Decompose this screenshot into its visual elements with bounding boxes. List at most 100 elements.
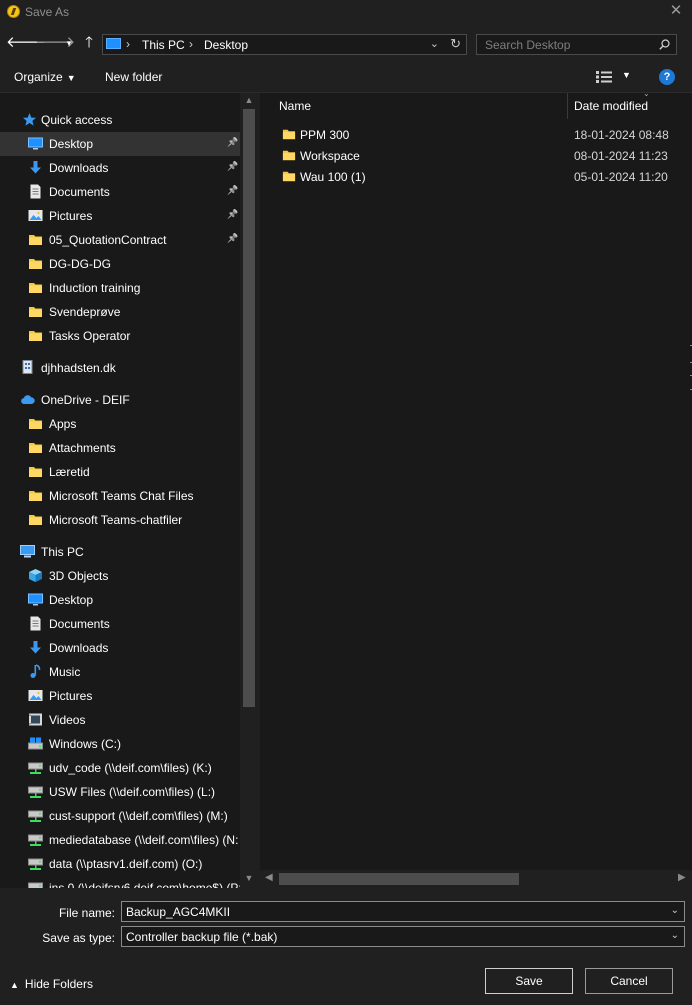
nav-item-downloads[interactable]: Downloads: [0, 636, 240, 660]
pin-icon: 📌: [227, 233, 239, 243]
chevron-down-icon[interactable]: ⌄: [671, 930, 679, 941]
save-as-type-label: Save as type:: [42, 931, 115, 945]
search-icon: [659, 39, 670, 50]
help-icon[interactable]: ?: [659, 69, 675, 85]
nav-this-pc[interactable]: This PC: [0, 540, 240, 564]
scroll-left-icon[interactable]: ◀: [265, 872, 273, 883]
nav-item-l-retid[interactable]: Læretid: [0, 460, 240, 484]
chevron-up-icon: ▲: [10, 980, 19, 990]
folder-icon: [28, 304, 43, 319]
nav-item-music[interactable]: Music: [0, 660, 240, 684]
music-icon: [28, 664, 43, 679]
nav-item-pictures[interactable]: Pictures: [0, 684, 240, 708]
chevron-right-icon[interactable]: ›: [189, 37, 193, 51]
new-folder-button[interactable]: New folder: [105, 70, 162, 84]
nav-item-windows-c[interactable]: Windows (C:): [0, 732, 240, 756]
search-placeholder: Search Desktop: [485, 38, 571, 52]
hide-folders-button[interactable]: ▲ Hide Folders: [10, 977, 93, 991]
nav-item-microsoft-teams-chatfiler[interactable]: Microsoft Teams-chatfiler: [0, 508, 240, 532]
file-row[interactable]: Wau 100 (1) 05-01-2024 11:20: [274, 166, 674, 187]
scrollbar-thumb[interactable]: [279, 873, 519, 885]
nav-onedrive[interactable]: OneDrive - DEIF: [0, 388, 240, 412]
nav-item-usw-files-deif-com-files-l[interactable]: USW Files (\\deif.com\files) (L:): [0, 780, 240, 804]
column-divider[interactable]: [567, 93, 568, 119]
column-header-date-modified[interactable]: Date modified: [574, 99, 648, 113]
nav-item-videos[interactable]: Videos: [0, 708, 240, 732]
file-row[interactable]: Workspace 08-01-2024 11:23: [274, 145, 674, 166]
nav-item-label: Attachments: [49, 441, 116, 455]
file-list-pane: Name ⌄ Date modified PPM 300 18-01-2024 0…: [260, 93, 692, 888]
save-button[interactable]: Save: [485, 968, 573, 994]
change-view-icon[interactable]: [596, 71, 612, 83]
app-icon: [7, 5, 20, 18]
nav-item-ins-0-deifsrv6-deif-com-home-p[interactable]: ins 0 (\\deifsrv6.deif.com\home$) (P:): [0, 876, 246, 888]
nav-item-induction-training[interactable]: Induction training: [0, 276, 240, 300]
nav-item-desktop[interactable]: Desktop: [0, 588, 240, 612]
chevron-down-icon[interactable]: ⌄: [671, 905, 679, 916]
nav-item-mediedatabase-deif-com-files-n[interactable]: mediedatabase (\\deif.com\files) (N:: [0, 828, 240, 852]
nav-item-data-ptasrv1-deif-com-o[interactable]: data (\\ptasrv1.deif.com) (O:): [0, 852, 240, 876]
file-name-input[interactable]: Backup_AGC4MKII ⌄: [121, 901, 685, 922]
address-bar[interactable]: › This PC › Desktop ⌄ ↻: [102, 34, 467, 55]
cancel-button[interactable]: Cancel: [585, 968, 673, 994]
nav-item-label: Windows (C:): [49, 737, 122, 751]
nav-item-documents[interactable]: Documents 📌: [0, 180, 240, 204]
pin-icon: 📌: [227, 185, 239, 195]
refresh-icon[interactable]: ↻: [450, 36, 461, 52]
nav-item-dg-dg-dg[interactable]: DG-DG-DG: [0, 252, 240, 276]
nav-network-site[interactable]: djhhadsten.dk: [0, 356, 240, 380]
back-arrow-icon[interactable]: 🡐: [6, 34, 46, 52]
close-icon[interactable]: ✕: [668, 3, 684, 19]
scroll-right-icon[interactable]: ▶: [678, 872, 686, 883]
nav-item-label: 05_QuotationContract: [49, 233, 167, 247]
nav-item-05-quotationcontract[interactable]: 05_QuotationContract 📌: [0, 228, 240, 252]
save-as-type-select[interactable]: Controller backup file (*.bak) ⌄: [121, 926, 685, 947]
nav-item-label: Svendeprøve: [49, 305, 121, 319]
up-arrow-icon[interactable]: 🡑: [80, 34, 98, 52]
nav-item-downloads[interactable]: Downloads 📌: [0, 156, 240, 180]
breadcrumb-this-pc[interactable]: This PC: [142, 38, 185, 52]
nav-item-pictures[interactable]: Pictures 📌: [0, 204, 240, 228]
nav-item-attachments[interactable]: Attachments: [0, 436, 240, 460]
scrollbar-thumb[interactable]: [243, 109, 255, 707]
scroll-down-icon[interactable]: ▼: [240, 873, 258, 883]
download-icon: [28, 640, 43, 655]
file-date-modified: 18-01-2024 08:48: [574, 128, 669, 142]
nav-item-udv-code-deif-com-files-k[interactable]: udv_code (\\deif.com\files) (K:): [0, 756, 240, 780]
document-icon: [28, 184, 43, 199]
scroll-up-icon[interactable]: ▲: [240, 95, 258, 105]
file-name: Workspace: [300, 149, 360, 163]
desktop-icon: [28, 592, 43, 607]
nav-item-apps[interactable]: Apps: [0, 412, 240, 436]
download-icon: [28, 160, 43, 175]
nav-item-label: Pictures: [49, 209, 93, 223]
forward-arrow-icon[interactable]: 🡒: [35, 34, 75, 52]
address-dropdown-icon[interactable]: ⌄: [430, 37, 439, 50]
nav-item-label: Tasks Operator: [49, 329, 131, 343]
search-input[interactable]: Search Desktop: [476, 34, 677, 55]
nav-item-desktop[interactable]: Desktop 📌: [0, 132, 240, 156]
views-dropdown-icon[interactable]: ▼: [622, 70, 631, 80]
nav-quick-access[interactable]: Quick access: [0, 108, 240, 132]
3d-objects-icon: [28, 568, 43, 583]
horizontal-scrollbar[interactable]: ◀ ▶: [260, 870, 692, 888]
chevron-right-icon[interactable]: ›: [126, 37, 130, 51]
nav-item-svendepr-ve[interactable]: Svendeprøve: [0, 300, 240, 324]
nav-item-tasks-operator[interactable]: Tasks Operator: [0, 324, 240, 348]
column-header-name[interactable]: Name: [279, 99, 311, 113]
videos-icon: [28, 712, 43, 727]
organize-button[interactable]: Organize ▼: [14, 70, 76, 84]
nav-item-label: 3D Objects: [49, 569, 109, 583]
file-row[interactable]: PPM 300 18-01-2024 08:48: [274, 124, 674, 145]
breadcrumb-desktop[interactable]: Desktop: [204, 38, 248, 52]
chevron-down-icon: ▼: [66, 73, 76, 83]
nav-item-microsoft-teams-chat-files[interactable]: Microsoft Teams Chat Files: [0, 484, 240, 508]
nav-item-documents[interactable]: Documents: [0, 612, 240, 636]
nav-item-label: Apps: [49, 417, 77, 431]
nav-item-label: Microsoft Teams-chatfiler: [49, 513, 183, 527]
nav-item-cust-support-deif-com-files-m[interactable]: cust-support (\\deif.com\files) (M:): [0, 804, 240, 828]
network-drive-icon: [28, 808, 43, 823]
nav-item-3d-objects[interactable]: 3D Objects: [0, 564, 240, 588]
navigation-scrollbar[interactable]: ▲ ▼: [240, 93, 258, 888]
recent-locations-chevron-icon[interactable]: ▾: [60, 34, 78, 52]
